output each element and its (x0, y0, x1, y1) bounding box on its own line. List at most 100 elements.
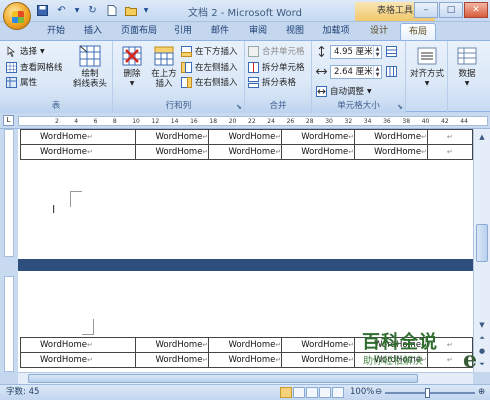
zoom-out-icon[interactable]: ⊖ (375, 385, 382, 400)
autofit-button[interactable]: 自动调整 ▼ (316, 84, 372, 98)
table-cell[interactable]: WordHome↵ (135, 352, 210, 368)
office-button[interactable] (3, 2, 31, 30)
ruler-number: 4 (74, 118, 79, 125)
tab-home[interactable]: 开始 (40, 23, 72, 40)
table-cell[interactable]: WordHome↵ (281, 144, 356, 160)
split-cells-button[interactable]: 拆分单元格 (248, 60, 305, 74)
data-button[interactable]: 数据 ▼ (450, 45, 484, 89)
vertical-ruler[interactable] (0, 129, 18, 372)
page-1[interactable]: WordHome↵ WordHome↵ WordHome↵ WordHome↵ Word… (18, 129, 473, 259)
table-cell[interactable]: WordHome↵ (281, 337, 356, 353)
column-width-spinner[interactable]: 2.64 厘米 ▲ ▼ (330, 65, 382, 79)
properties-button[interactable]: 属性 (6, 75, 37, 89)
vertical-ruler-strip-upper (4, 129, 14, 257)
table-row[interactable]: WordHome↵ WordHome↵ WordHome↵ WordHome↵ Word… (19, 144, 473, 160)
scroll-up-icon[interactable]: ▲ (476, 131, 488, 143)
table-row[interactable]: WordHome↵ WordHome↵ WordHome↵ WordHome↵ Word… (19, 129, 473, 145)
ruler-number: 28 (305, 118, 314, 125)
previous-page-icon[interactable]: ⏶ (476, 332, 488, 344)
tab-selector-icon[interactable]: L (3, 115, 14, 126)
tab-view[interactable]: 视图 (280, 23, 310, 40)
tab-references[interactable]: 引用 (168, 23, 198, 40)
table-cell[interactable]: WordHome↵ (281, 129, 356, 145)
paragraph-mark-icon: ↵ (421, 133, 427, 141)
horizontal-scroll-thumb[interactable] (28, 374, 418, 383)
draft-view-icon[interactable] (332, 387, 344, 398)
table-cell[interactable]: WordHome↵ (19, 352, 137, 368)
merge-cells-button[interactable]: 合并单元格 (248, 44, 305, 58)
dialog-launcher-icon[interactable]: ⬊ (397, 103, 403, 111)
insert-below-button[interactable]: 在下方插入 (181, 44, 238, 58)
ruler-number: 26 (286, 118, 295, 125)
table-cell[interactable]: WordHome↵ (354, 129, 428, 145)
view-gridlines-button[interactable]: 查看网格线 (6, 60, 63, 74)
maximize-button[interactable]: □ (439, 2, 463, 18)
table-cell[interactable]: WordHome↵ (19, 337, 137, 353)
full-screen-reading-icon[interactable] (293, 387, 305, 398)
scroll-down-icon[interactable]: ▼ (476, 319, 488, 331)
table-top[interactable]: WordHome↵ WordHome↵ WordHome↵ WordHome↵ Word… (19, 129, 473, 160)
table-cell[interactable]: WordHome↵ (281, 352, 356, 368)
minimize-button[interactable]: – (414, 2, 438, 18)
row-height-spinner[interactable]: 4.95 厘米 ▲ ▼ (330, 45, 382, 59)
gridlines-icon (6, 61, 17, 73)
paragraph-mark-icon: ↵ (446, 341, 453, 349)
tab-insert[interactable]: 插入 (77, 23, 109, 40)
vertical-scrollbar[interactable]: ▲ ▼ ⏶ ● ⏷ (473, 129, 490, 372)
insert-row-above-icon (153, 45, 175, 67)
select-button[interactable]: 选择 ▼ (6, 44, 45, 58)
distribute-rows-icon[interactable] (386, 46, 397, 57)
print-layout-icon[interactable] (280, 387, 292, 398)
table-cell[interactable]: WordHome↵ (208, 129, 283, 145)
table-cell[interactable]: WordHome↵ (354, 144, 428, 160)
view-gridlines-label: 查看网格线 (20, 63, 63, 73)
properties-label: 属性 (20, 78, 38, 88)
outline-view-icon[interactable] (319, 387, 331, 398)
distribute-columns-icon[interactable] (386, 66, 397, 77)
web-layout-icon[interactable] (306, 387, 318, 398)
paragraph-mark-icon: ↵ (348, 133, 355, 141)
insert-left-button[interactable]: 在左侧插入 (181, 60, 238, 74)
spinner-arrows-icon[interactable]: ▲ ▼ (373, 46, 381, 58)
table-cell[interactable]: ↵ (426, 129, 473, 145)
zoom-level[interactable]: 100% (350, 385, 374, 400)
tab-layout[interactable]: 布局 (400, 23, 436, 40)
table-cell[interactable]: WordHome↵ (208, 144, 283, 160)
table-cell[interactable]: WordHome↵ (208, 337, 283, 353)
cell-text: WordHome (228, 147, 276, 157)
column-width-value: 2.64 厘米 (334, 67, 373, 77)
tab-page-layout[interactable]: 页面布局 (115, 23, 163, 40)
paragraph-mark-icon: ↵ (202, 133, 209, 141)
tab-review[interactable]: 审阅 (243, 23, 273, 40)
table-cell[interactable]: WordHome↵ (135, 337, 210, 353)
table-cell[interactable]: WordHome↵ (19, 129, 137, 145)
zoom-knob[interactable] (425, 388, 430, 398)
alignment-button[interactable]: 对齐方式 ▼ (408, 45, 446, 89)
word-count[interactable]: 字数: 45 (6, 385, 39, 400)
tab-design[interactable]: 设计 (362, 23, 396, 40)
tab-mailings[interactable]: 邮件 (205, 23, 235, 40)
insert-right-button[interactable]: 在右侧插入 (181, 75, 238, 89)
draw-diagonal-header-button[interactable]: 绘制 斜线表头 (70, 45, 110, 89)
zoom-slider[interactable] (385, 388, 475, 398)
table-cell[interactable]: WordHome↵ (135, 144, 210, 160)
ruler-strip: 2 4 6 8 10 12 14 16 18 20 22 24 26 28 30 32 34 36 38 40 42 44 (18, 116, 488, 126)
table-cell[interactable]: WordHome↵ (135, 129, 210, 145)
spinner-arrows-icon[interactable]: ▲ ▼ (373, 66, 381, 78)
alignment-label: 对齐方式 (409, 69, 444, 79)
insert-above-button[interactable]: 在上方 插入 (149, 45, 179, 89)
delete-button[interactable]: 删除 ▼ (117, 45, 147, 89)
dialog-launcher-icon[interactable]: ⬊ (236, 103, 242, 111)
tab-addins[interactable]: 加载项 (318, 23, 354, 40)
close-button[interactable]: ✕ (464, 2, 488, 18)
table-cell[interactable]: WordHome↵ (19, 144, 137, 160)
insert-column-right-icon (181, 76, 192, 88)
scroll-thumb[interactable] (476, 224, 488, 262)
horizontal-ruler[interactable]: L 2 4 6 8 10 12 14 16 18 20 22 24 26 28 30 32 34 36 38 40 42… (0, 113, 490, 129)
table-cell[interactable]: WordHome↵ (208, 352, 283, 368)
horizontal-scrollbar[interactable] (18, 372, 473, 384)
table-cell[interactable]: ↵ (426, 144, 473, 160)
zoom-in-icon[interactable]: ⊕ (478, 385, 485, 400)
split-table-button[interactable]: 拆分表格 (248, 75, 296, 89)
margin-corner-mark (82, 319, 94, 335)
